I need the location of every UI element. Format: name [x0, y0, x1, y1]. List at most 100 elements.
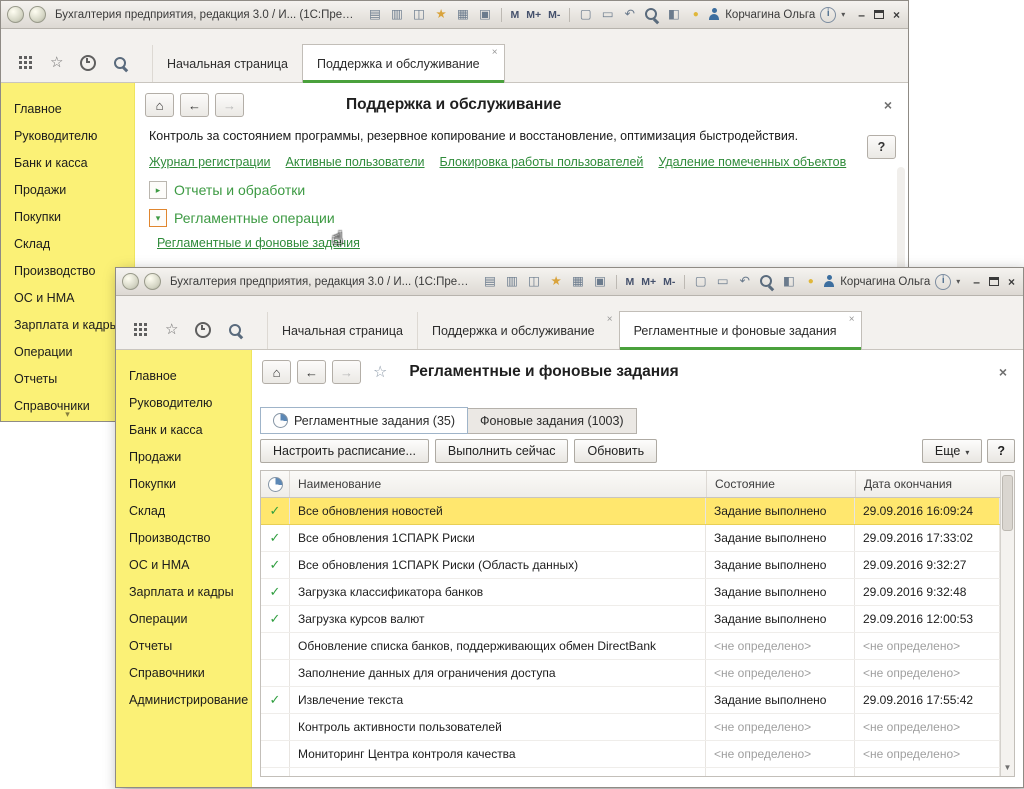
forward-button[interactable]: →	[332, 360, 361, 384]
tab-close-icon[interactable]: ×	[607, 315, 613, 325]
sidebar-item-руководителю[interactable]: Руководителю	[1, 123, 134, 150]
search-icon[interactable]	[228, 323, 243, 338]
print-preview-icon[interactable]: ◫	[527, 274, 542, 289]
support-link[interactable]: Удаление помеченных объектов	[658, 155, 846, 169]
table-row[interactable]: ✓Извлечение текстаЗадание выполнено29.09…	[261, 687, 1000, 714]
window-tab[interactable]: Поддержка и обслуживание×	[302, 44, 505, 83]
help-button[interactable]: ?	[987, 439, 1015, 463]
search-icon[interactable]	[759, 274, 774, 289]
back-button[interactable]: ←	[180, 93, 209, 117]
titlebar[interactable]: Бухгалтерия предприятия, редакция 3.0 / …	[1, 1, 908, 29]
main-menu-button[interactable]	[7, 6, 24, 23]
close-window-button[interactable]: ×	[893, 9, 900, 21]
print-preview-icon[interactable]: ◫	[412, 7, 427, 22]
memory-button[interactable]: М	[624, 276, 635, 288]
tips-icon[interactable]: ●	[688, 7, 703, 22]
back-button[interactable]: ←	[297, 360, 326, 384]
table-row[interactable]: Наличие новых эд в сервисе ЭДО<не опреде…	[261, 768, 1000, 776]
undo-icon[interactable]: ↶	[737, 274, 752, 289]
window-tab[interactable]: Регламентные и фоновые задания×	[619, 311, 862, 350]
more-button[interactable]: Еще▾	[922, 439, 982, 463]
close-window-button[interactable]: ×	[1008, 276, 1015, 288]
sidebar-item-администрирование[interactable]: Администрирование	[116, 687, 251, 714]
memory-plus-button[interactable]: М+	[640, 276, 657, 288]
sidebar-item-справочники[interactable]: Справочники	[116, 660, 251, 687]
chevron-down-icon[interactable]: ▾	[956, 277, 960, 286]
sidebar-item-главное[interactable]: Главное	[1, 96, 134, 123]
table-row[interactable]: Заполнение данных для ограничения доступ…	[261, 660, 1000, 687]
table-row[interactable]: ✓Загрузка классификатора банковЗадание в…	[261, 579, 1000, 606]
favorites-icon[interactable]: ★	[434, 7, 449, 22]
calendar-icon[interactable]: ▦	[456, 7, 471, 22]
history-icon[interactable]	[195, 322, 211, 338]
sidebar-item-зарплата-и-кадры[interactable]: Зарплата и кадры	[116, 579, 251, 606]
table-row[interactable]: Обновление списка банков, поддерживающих…	[261, 633, 1000, 660]
maximize-button[interactable]	[874, 10, 884, 19]
sidebar-item-склад[interactable]: Склад	[1, 231, 134, 258]
window-tab[interactable]: Поддержка и обслуживание×	[417, 312, 619, 349]
sidebar-more-icon[interactable]: ▾	[65, 409, 70, 420]
close-page-icon[interactable]: ×	[993, 364, 1013, 380]
view-tab[interactable]: Фоновые задания (1003)	[467, 408, 637, 434]
info-icon[interactable]: i	[820, 7, 836, 23]
status-column-header[interactable]	[261, 471, 290, 497]
scroll-down-icon[interactable]: ▼	[1004, 763, 1012, 774]
quick-actions-button[interactable]	[29, 6, 46, 23]
calculator-icon[interactable]: ▣	[593, 274, 608, 289]
sidebar-item-операции[interactable]: Операции	[116, 606, 251, 633]
quick-actions-button[interactable]	[144, 273, 161, 290]
sidebar-item-банк-и-касса[interactable]: Банк и касса	[1, 150, 134, 177]
table-row[interactable]: ✓Загрузка курсов валютЗадание выполнено2…	[261, 606, 1000, 633]
user-menu[interactable]: Корчагина Ольга	[708, 8, 815, 21]
maximize-button[interactable]	[989, 277, 999, 286]
memory-minus-button[interactable]: М-	[662, 276, 676, 288]
table-header[interactable]: Наименование Состояние Дата окончания	[261, 471, 1000, 498]
minimize-button[interactable]: –	[858, 9, 865, 21]
table-scrollbar[interactable]: ▼	[1000, 471, 1014, 776]
sidebar-item-склад[interactable]: Склад	[116, 498, 251, 525]
table-row[interactable]: ✓Все обновления 1СПАРК РискиЗадание выпо…	[261, 525, 1000, 552]
history-icon[interactable]	[80, 55, 96, 71]
window-tab[interactable]: Начальная страница	[152, 45, 302, 82]
section-scheduled-operations[interactable]: ▾ Регламентные операции	[135, 201, 908, 229]
sidebar-item-банк-и-касса[interactable]: Банк и касса	[116, 417, 251, 444]
add-favorite-star-icon[interactable]: ☆	[373, 362, 387, 382]
new-document-icon[interactable]: ▢	[578, 7, 593, 22]
view-tab[interactable]: Регламентные задания (35)	[260, 407, 468, 434]
table-row[interactable]: ✓Все обновления 1СПАРК Риски (Область да…	[261, 552, 1000, 579]
sidebar-item-покупки[interactable]: Покупки	[116, 471, 251, 498]
main-menu-button[interactable]	[122, 273, 139, 290]
undo-icon[interactable]: ↶	[622, 7, 637, 22]
calculator-icon[interactable]: ▣	[478, 7, 493, 22]
table-row[interactable]: ✓Все обновления новостейЗадание выполнен…	[261, 498, 1000, 525]
split-window-icon[interactable]: ◧	[781, 274, 796, 289]
calendar-icon[interactable]: ▦	[571, 274, 586, 289]
all-functions-grid-icon[interactable]	[134, 323, 148, 337]
table-row[interactable]: Контроль активности пользователей<не опр…	[261, 714, 1000, 741]
split-window-icon[interactable]: ◧	[666, 7, 681, 22]
sidebar-item-продажи[interactable]: Продажи	[1, 177, 134, 204]
minimize-button[interactable]: –	[973, 276, 980, 288]
user-menu[interactable]: Корчагина Ольга	[823, 275, 930, 288]
memory-button[interactable]: М	[509, 9, 520, 21]
search-icon[interactable]	[113, 56, 128, 71]
sidebar-item-покупки[interactable]: Покупки	[1, 204, 134, 231]
scrollbar-thumb[interactable]	[1002, 475, 1013, 531]
print-icon[interactable]: ▥	[505, 274, 520, 289]
open-file-icon[interactable]: ▭	[600, 7, 615, 22]
favorites-star-icon[interactable]: ☆	[165, 323, 178, 337]
sidebar-item-отчеты[interactable]: Отчеты	[116, 633, 251, 660]
toolbar-button[interactable]: Выполнить сейчас	[435, 439, 569, 463]
chevron-down-icon[interactable]: ▾	[841, 10, 845, 19]
new-document-icon[interactable]: ▢	[693, 274, 708, 289]
support-link[interactable]: Журнал регистрации	[149, 155, 271, 169]
save-icon[interactable]: ▤	[368, 7, 383, 22]
titlebar[interactable]: Бухгалтерия предприятия, редакция 3.0 / …	[116, 268, 1023, 296]
date-column-header[interactable]: Дата окончания	[856, 471, 1000, 497]
name-column-header[interactable]: Наименование	[290, 471, 707, 497]
scheduled-jobs-link[interactable]: Регламентные и фоновые задания	[157, 236, 360, 250]
sidebar-item-производство[interactable]: Производство	[116, 525, 251, 552]
support-link[interactable]: Активные пользователи	[286, 155, 425, 169]
state-column-header[interactable]: Состояние	[707, 471, 856, 497]
toolbar-button[interactable]: Настроить расписание...	[260, 439, 429, 463]
